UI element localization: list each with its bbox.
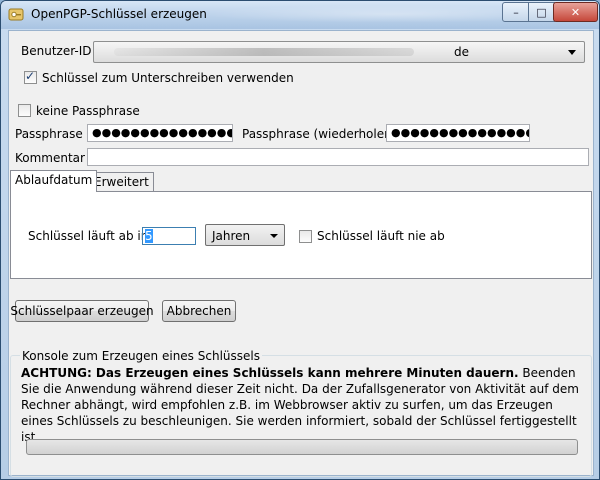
user-id-label: Benutzer-ID bbox=[21, 44, 92, 58]
comment-input[interactable] bbox=[87, 148, 589, 166]
use-for-signing-checkbox[interactable] bbox=[24, 69, 37, 84]
expiry-tab-panel: Schlüssel läuft ab in 5 Jahren Schlüssel… bbox=[10, 191, 592, 279]
user-id-value: de bbox=[454, 45, 469, 59]
tab-ablaufdatum[interactable]: Ablaufdatum bbox=[10, 170, 98, 192]
progress-bar bbox=[26, 439, 578, 455]
chevron-down-icon[interactable] bbox=[568, 50, 576, 55]
chevron-down-icon bbox=[270, 234, 278, 238]
expiry-amount-value: 5 bbox=[145, 229, 153, 243]
user-id-combobox[interactable]: de bbox=[93, 41, 585, 63]
passphrase-input[interactable]: ●●●●●●●●●●●●●●● bbox=[87, 124, 233, 142]
tab-erweitert[interactable]: Erweitert bbox=[89, 172, 154, 191]
never-expires-checkbox[interactable] bbox=[299, 230, 312, 243]
minimize-button[interactable]: – bbox=[502, 2, 530, 22]
expiry-amount-input[interactable]: 5 bbox=[142, 227, 196, 245]
expiry-unit-select[interactable]: Jahren bbox=[205, 224, 285, 246]
expiry-unit-value: Jahren bbox=[212, 229, 251, 243]
comment-label: Kommentar bbox=[15, 151, 85, 165]
dialog-window: OpenPGP-Schlüssel erzeugen – □ ✕ Benutze… bbox=[0, 0, 600, 480]
title-bar[interactable]: OpenPGP-Schlüssel erzeugen – □ ✕ bbox=[1, 1, 599, 29]
no-passphrase-checkbox[interactable] bbox=[18, 104, 31, 117]
passphrase-repeat-input[interactable]: ●●●●●●●●●●●●●●● bbox=[386, 124, 530, 142]
close-button[interactable]: ✕ bbox=[553, 2, 598, 22]
use-for-signing-label[interactable]: Schlüssel zum Unterschreiben verwenden bbox=[42, 71, 294, 85]
console-title: Konsole zum Erzeugen eines Schlüssels bbox=[20, 349, 262, 363]
window-title: OpenPGP-Schlüssel erzeugen bbox=[31, 7, 207, 21]
maximize-button[interactable]: □ bbox=[528, 2, 555, 22]
passphrase-label: Passphrase bbox=[15, 127, 83, 141]
never-expires-label[interactable]: Schlüssel läuft nie ab bbox=[317, 229, 445, 243]
expires-in-label: Schlüssel läuft ab in bbox=[28, 229, 149, 243]
console-warning-bold: ACHTUNG: Das Erzeugen eines Schlüssels k… bbox=[21, 366, 519, 380]
console-message: ACHTUNG: Das Erzeugen eines Schlüssels k… bbox=[21, 365, 581, 445]
redacted-user-id bbox=[114, 48, 414, 56]
key-app-icon bbox=[8, 8, 24, 21]
no-passphrase-label[interactable]: keine Passphrase bbox=[36, 104, 140, 118]
dialog-body: Benutzer-ID de Schlüssel zum Unterschrei… bbox=[8, 30, 594, 477]
cancel-button[interactable]: Abbrechen bbox=[162, 300, 236, 322]
passphrase-repeat-label: Passphrase (wiederholen) bbox=[242, 127, 397, 141]
generate-keypair-button[interactable]: Schlüsselpaar erzeugen bbox=[10, 300, 154, 322]
